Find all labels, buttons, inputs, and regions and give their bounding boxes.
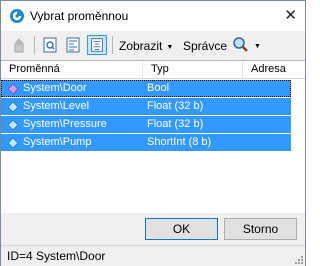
diamond-blue-icon	[8, 102, 18, 112]
app-logo-icon	[10, 9, 24, 23]
table-row[interactable]: System\Pressure Float (32 b)	[1, 116, 291, 133]
column-header-variable[interactable]: Proměnná	[1, 61, 141, 78]
chevron-down-icon: ▼	[166, 44, 174, 51]
variable-name: System\Door	[23, 82, 87, 94]
manager-label: Správce	[183, 39, 228, 53]
status-text: ID=4 System\Door	[7, 249, 106, 263]
select-variable-dialog: Vybrat proměnnou ✕ Zobrazit ▼ Správce ▼ …	[0, 0, 306, 266]
variable-name: System\Pressure	[23, 118, 107, 130]
manager-button[interactable]: Správce	[183, 39, 227, 53]
variable-type: Bool	[147, 82, 170, 94]
table-row[interactable]: System\Level Float (32 b)	[1, 98, 291, 115]
display-menu-button[interactable]: Zobrazit ▼	[119, 39, 173, 53]
dialog-buttons-area: OK Storno	[1, 213, 305, 245]
variables-table: Proměnná Typ Adresa System\Door Bool Sys…	[1, 60, 305, 213]
close-icon[interactable]: ✕	[284, 6, 297, 24]
arrow-up-icon[interactable]	[9, 35, 29, 55]
toolbar-separator	[34, 36, 35, 54]
display-menu-label: Zobrazit	[119, 39, 163, 53]
title-bar: Vybrat proměnnou ✕	[1, 1, 305, 31]
window-title: Vybrat proměnnou	[30, 9, 129, 23]
variable-name: System\Pump	[23, 136, 92, 148]
variable-type: Float (32 b)	[147, 100, 204, 112]
toolbar-separator	[112, 36, 113, 54]
diamond-blue-icon	[8, 138, 18, 148]
ok-button[interactable]: OK	[145, 218, 218, 240]
search-icon[interactable]	[232, 35, 250, 55]
table-header: Proměnná Typ Adresa	[1, 61, 305, 79]
align-left-icon[interactable]	[63, 35, 83, 55]
variable-type: Float (32 b)	[147, 118, 204, 130]
diamond-blue-icon	[8, 120, 18, 130]
chevron-down-icon[interactable]: ▼	[254, 43, 261, 50]
variable-type: ShortInt (8 b)	[147, 136, 212, 148]
column-header-type[interactable]: Typ	[143, 61, 241, 78]
diamond-purple-icon	[8, 84, 18, 94]
table-row[interactable]: System\Pump ShortInt (8 b)	[1, 134, 291, 151]
status-bar: ID=4 System\Door	[1, 245, 305, 266]
page-search-icon[interactable]	[40, 35, 60, 55]
column-header-address[interactable]: Adresa	[243, 61, 305, 78]
toolbar: Zobrazit ▼ Správce ▼	[1, 31, 305, 60]
table-row[interactable]: System\Door Bool	[1, 80, 291, 97]
resize-grip-icon[interactable]	[294, 255, 303, 264]
cancel-button[interactable]: Storno	[224, 218, 297, 240]
variable-name: System\Level	[23, 100, 90, 112]
align-center-icon[interactable]	[87, 35, 107, 55]
